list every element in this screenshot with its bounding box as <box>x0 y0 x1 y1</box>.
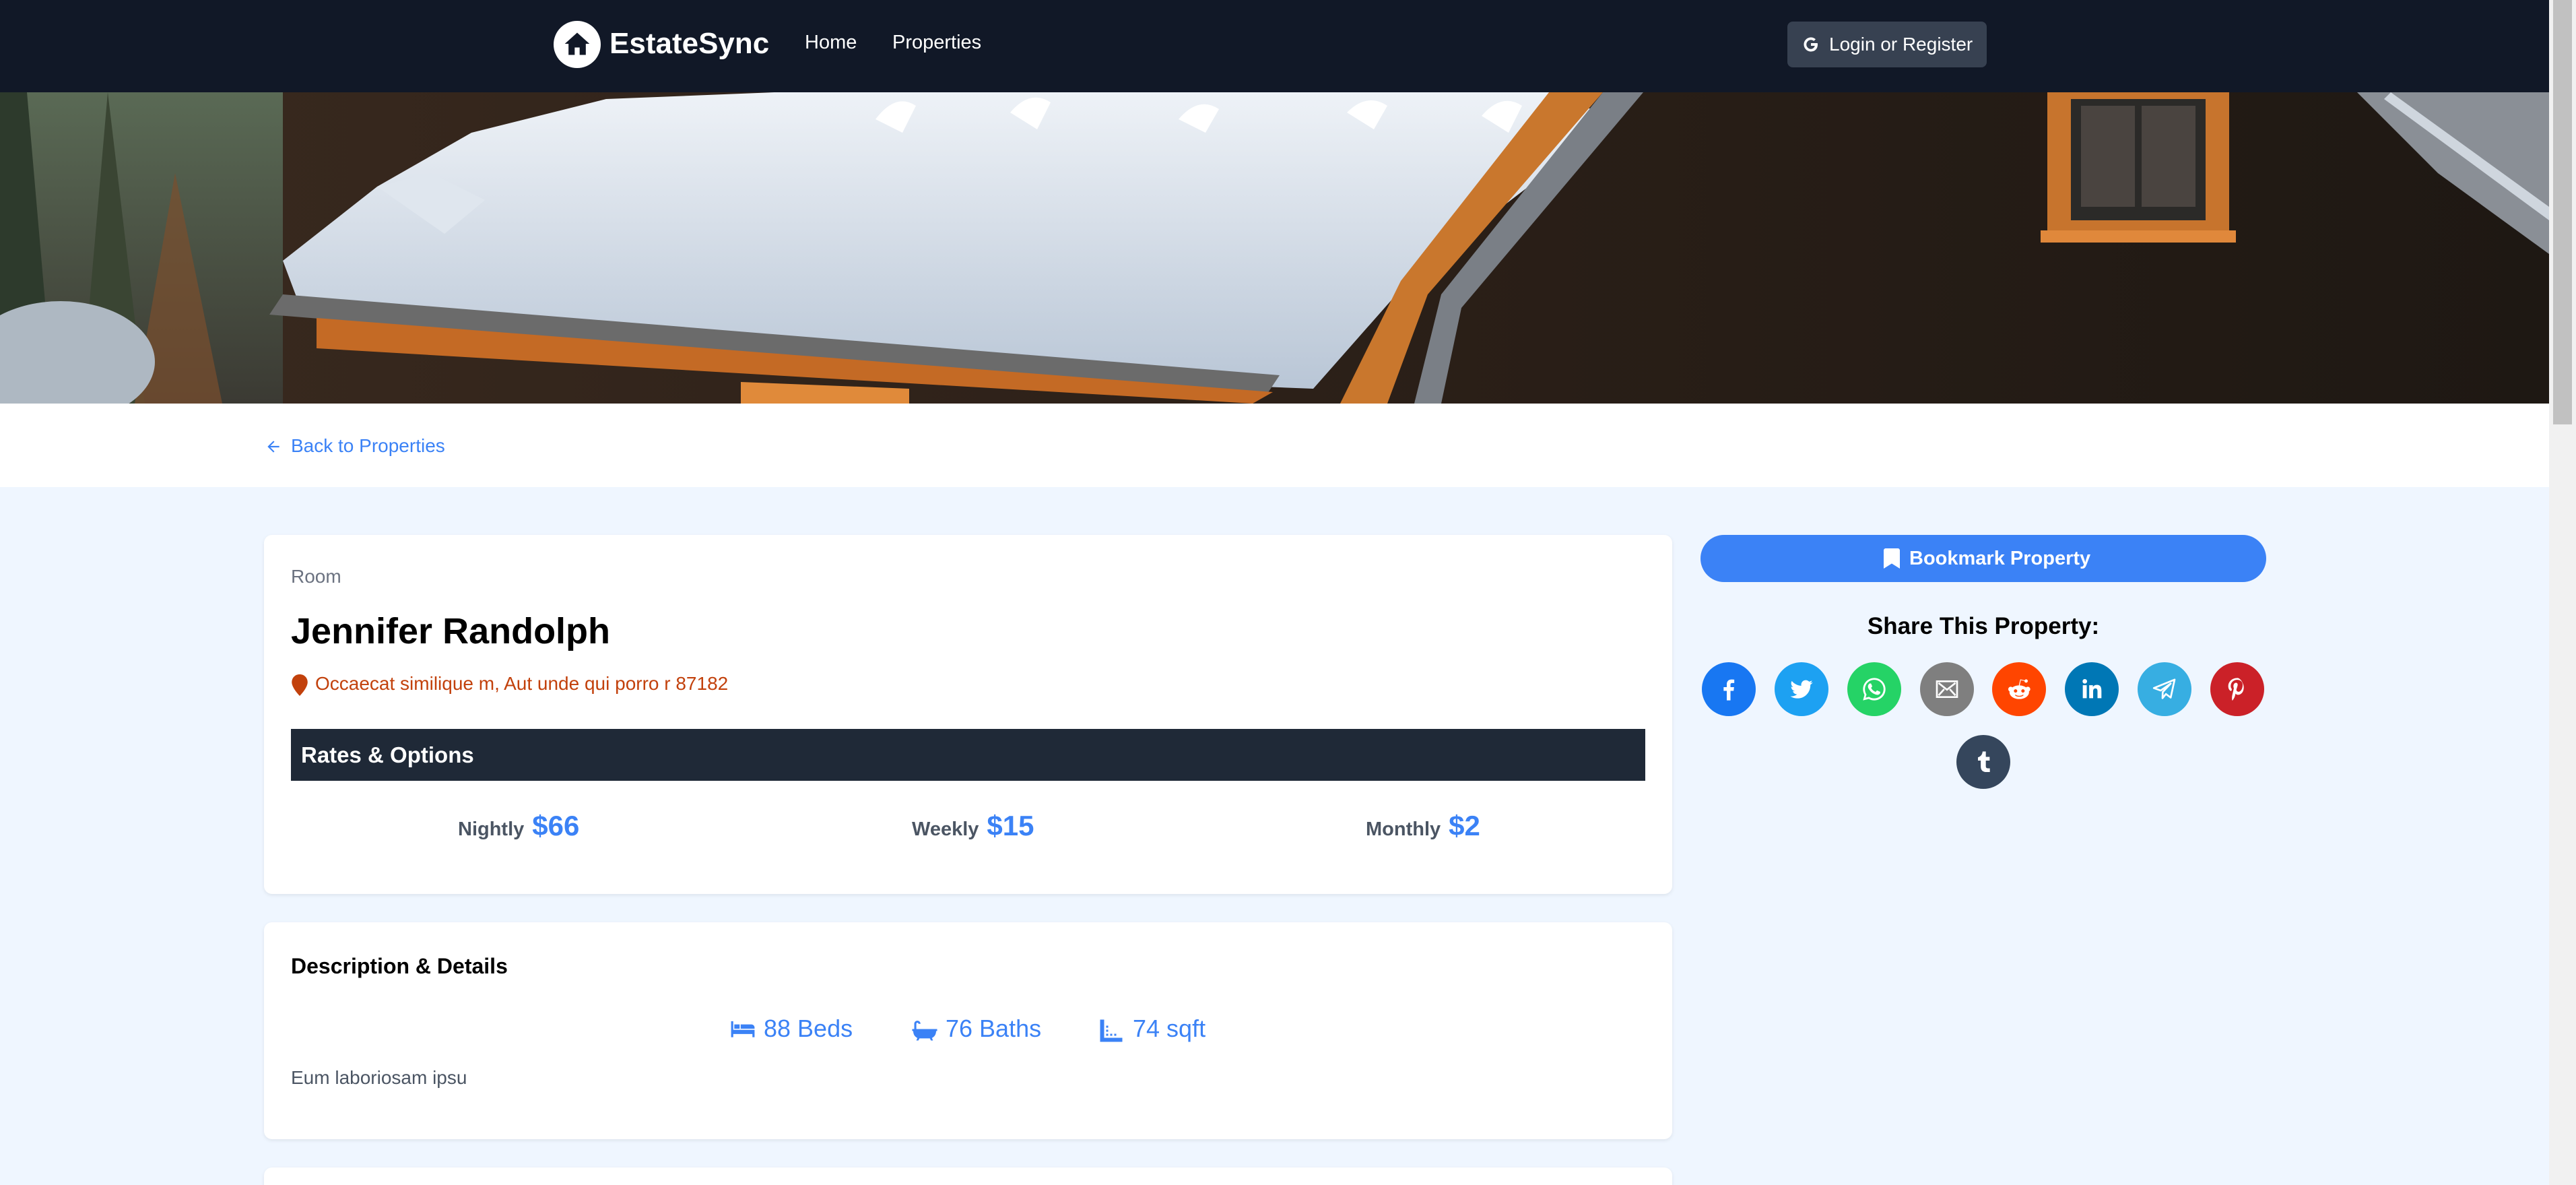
login-button[interactable]: Login or Register <box>1787 22 1987 67</box>
house-icon <box>564 32 590 55</box>
rate-monthly: Monthly $2 <box>1366 810 1480 842</box>
bath-icon <box>912 1021 937 1041</box>
share-heading: Share This Property: <box>1867 613 2100 639</box>
facebook-share-icon[interactable] <box>1702 662 1756 716</box>
address-text: Occaecat similique m, Aut unde qui porro… <box>315 673 729 694</box>
rate-weekly: Weekly $15 <box>912 810 1034 842</box>
nav-link-home[interactable]: Home <box>805 32 857 54</box>
rates-header: Rates & Options <box>291 729 1645 781</box>
property-type: Room <box>291 566 341 587</box>
linkedin-share-icon[interactable] <box>2065 662 2119 716</box>
login-label: Login or Register <box>1829 34 1973 55</box>
property-title: Jennifer Randolph <box>291 611 611 651</box>
property-info-card: Room Jennifer Randolph Occaecat similiqu… <box>264 535 1672 894</box>
map-marker-icon <box>292 674 308 696</box>
rate-label: Weekly <box>912 819 979 840</box>
bookmark-property-button[interactable]: Bookmark Property <box>1700 535 2266 582</box>
scrollbar-thumb[interactable] <box>2553 0 2572 424</box>
google-icon <box>1804 37 1818 52</box>
description-text: Eum laboriosam ipsu <box>291 1067 467 1088</box>
feature-text: 76 Baths <box>946 1015 1042 1042</box>
back-link-label: Back to Properties <box>291 435 445 456</box>
nav-link-properties[interactable]: Properties <box>892 32 981 54</box>
reddit-share-icon[interactable] <box>1992 662 2046 716</box>
navbar: EstateSync Home Properties Login or Regi… <box>0 0 2549 92</box>
rate-nightly: Nightly $66 <box>458 810 579 842</box>
rate-label: Monthly <box>1366 819 1441 840</box>
rates-heading: Rates & Options <box>301 742 474 767</box>
bed-icon <box>731 1021 755 1037</box>
email-share-icon[interactable] <box>1920 662 1974 716</box>
description-heading: Description & Details <box>291 954 508 978</box>
hero-image <box>0 92 2549 404</box>
bookmark-icon <box>1884 548 1900 569</box>
rate-value: $15 <box>987 810 1034 841</box>
page-scrollbar[interactable] <box>2549 0 2576 1185</box>
feature-text: 74 sqft <box>1133 1015 1206 1042</box>
description-card: Description & Details 88 Beds 76 Baths 7… <box>264 922 1672 1139</box>
twitter-share-icon[interactable] <box>1775 662 1828 716</box>
logo[interactable] <box>554 21 601 68</box>
page: EstateSync Home Properties Login or Regi… <box>0 0 2549 1185</box>
whatsapp-share-icon[interactable] <box>1847 662 1901 716</box>
pinterest-share-icon[interactable] <box>2210 662 2264 716</box>
feature-text: 88 Beds <box>764 1015 853 1042</box>
ruler-icon <box>1100 1019 1123 1042</box>
telegram-share-icon[interactable] <box>2138 662 2191 716</box>
rate-label: Nightly <box>458 819 525 840</box>
rate-value: $2 <box>1449 810 1480 841</box>
tumblr-share-icon[interactable] <box>1956 735 2010 789</box>
next-card <box>264 1167 1672 1185</box>
brand-name[interactable]: EstateSync <box>609 27 769 61</box>
rate-value: $66 <box>532 810 580 841</box>
bookmark-label: Bookmark Property <box>1909 548 2091 569</box>
arrow-left-icon <box>267 441 279 453</box>
